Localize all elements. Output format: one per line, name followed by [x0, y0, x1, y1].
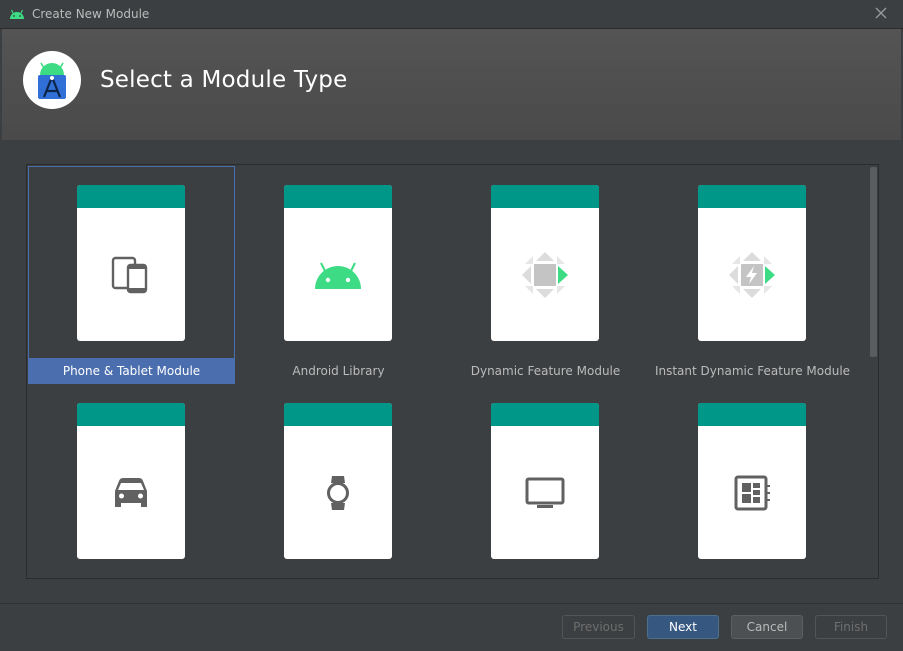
card-band: [491, 185, 599, 208]
module-label: Dynamic Feature Module: [470, 364, 621, 378]
module-tile-instant-dynamic-feature[interactable]: Instant Dynamic Feature Module: [649, 166, 856, 383]
card-band: [77, 185, 185, 208]
finish-button[interactable]: Finish: [815, 615, 887, 639]
module-label: [235, 576, 442, 578]
scrollbar-thumb[interactable]: [870, 167, 877, 357]
car-icon: [115, 477, 147, 507]
module-label: [442, 576, 649, 578]
module-tile-tv[interactable]: [442, 384, 649, 578]
module-card: [491, 185, 599, 341]
module-tile-things[interactable]: [649, 384, 856, 578]
dialog-header: Select a Module Type: [2, 29, 901, 140]
card-band: [698, 185, 806, 208]
card-band: [284, 403, 392, 426]
next-button[interactable]: Next: [647, 615, 719, 639]
close-icon[interactable]: [873, 5, 889, 21]
title-bar: Create New Module: [0, 0, 903, 29]
module-tile-android-library[interactable]: Android Library: [235, 166, 442, 383]
module-card: [284, 185, 392, 341]
module-label: Android Library: [292, 364, 385, 378]
things-board-icon: [734, 475, 770, 510]
module-tile-automotive[interactable]: [28, 384, 235, 578]
module-card: [491, 403, 599, 559]
card-band: [491, 403, 599, 426]
module-label: Phone & Tablet Module: [28, 358, 235, 384]
cancel-button[interactable]: Cancel: [731, 615, 803, 639]
module-tile-phone-tablet[interactable]: Phone & Tablet Module: [28, 166, 235, 384]
phone-tablet-icon: [111, 256, 148, 293]
card-band: [698, 403, 806, 426]
module-card: [698, 185, 806, 341]
watch-icon: [327, 475, 349, 510]
android-icon: [10, 9, 24, 19]
module-card: [77, 403, 185, 559]
android-icon: [315, 262, 361, 289]
footer-divider: [0, 603, 903, 604]
previous-button[interactable]: Previous: [562, 615, 635, 639]
module-label: Instant Dynamic Feature Module: [654, 364, 851, 378]
tv-icon: [525, 477, 565, 508]
module-tile-dynamic-feature[interactable]: Dynamic Feature Module: [442, 166, 649, 383]
module-card: [77, 185, 185, 341]
window-title: Create New Module: [32, 7, 150, 21]
android-studio-icon: [38, 62, 66, 99]
module-label: [649, 576, 856, 578]
module-gallery: Phone & Tablet Module Android Library Dy…: [26, 164, 879, 579]
instant-dynamic-feature-icon: [729, 251, 775, 298]
module-label: [28, 576, 235, 578]
dynamic-feature-icon: [522, 251, 568, 298]
page-title: Select a Module Type: [100, 67, 348, 93]
module-card: [284, 403, 392, 559]
module-tile-wear[interactable]: [235, 384, 442, 578]
android-studio-logo: [23, 51, 81, 109]
vertical-scrollbar[interactable]: [868, 165, 878, 578]
card-band: [77, 403, 185, 426]
card-band: [284, 185, 392, 208]
module-card: [698, 403, 806, 559]
